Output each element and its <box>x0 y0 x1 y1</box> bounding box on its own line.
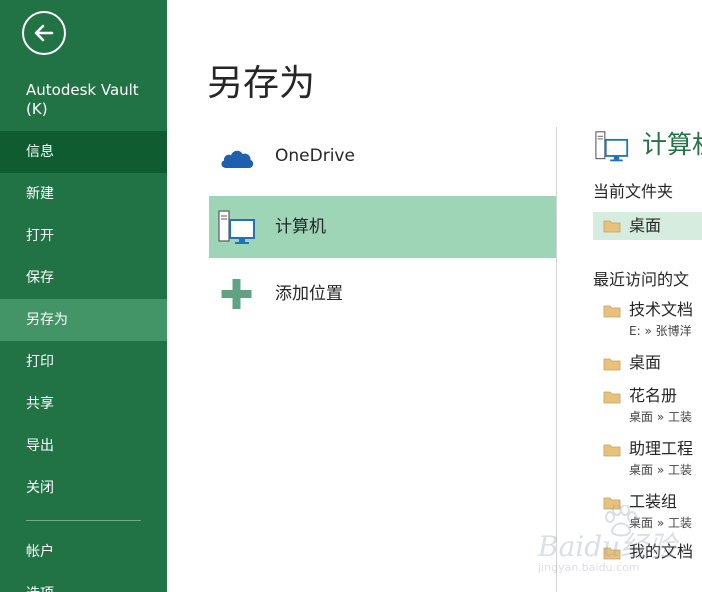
location-computer[interactable]: 计算机 <box>209 196 556 258</box>
folder-name: 我的文档 <box>629 542 694 561</box>
backstage-sidebar: Autodesk Vault (K) 信息 新建 打开 保存 另存为 打印 共享… <box>0 0 167 592</box>
nav-item-options[interactable]: 选项 <box>0 573 167 592</box>
folder-icon <box>603 305 621 318</box>
nav-item-info[interactable]: 信息 <box>0 131 167 173</box>
nav-item-save[interactable]: 保存 <box>0 257 167 299</box>
folder-name: 技术文档 <box>629 300 694 319</box>
recent-folder-item[interactable]: 我的文档 <box>593 540 702 566</box>
page-title: 另存为 <box>207 63 316 104</box>
recent-folder-item[interactable]: 助理工程 桌面 » 工装 <box>593 437 702 481</box>
nav-item-close[interactable]: 关闭 <box>0 467 167 509</box>
back-button[interactable] <box>22 11 66 55</box>
folder-name: 助理工程 <box>629 439 694 458</box>
location-add-place[interactable]: 添加位置 <box>209 263 556 325</box>
folder-path: 桌面 » 工装 <box>629 410 692 424</box>
recent-folder-item[interactable]: 桌面 <box>593 351 702 377</box>
location-onedrive[interactable]: OneDrive <box>209 125 556 187</box>
recent-folder-item[interactable]: 花名册 桌面 » 工装 <box>593 384 702 428</box>
nav-divider <box>26 520 141 521</box>
nav-item-account[interactable]: 帐户 <box>0 531 167 573</box>
location-label: 添加位置 <box>275 284 343 304</box>
nav-item-save-as[interactable]: 另存为 <box>0 299 167 341</box>
folder-name: 工装组 <box>629 492 678 511</box>
panel-title: 计算机 <box>642 130 702 159</box>
folder-icon <box>603 220 621 233</box>
folder-path: E: » 张博洋 <box>629 324 692 338</box>
folder-icon <box>603 391 621 404</box>
backstage-nav-secondary: 帐户 选项 <box>0 531 167 592</box>
folder-name: 桌面 <box>629 353 662 372</box>
cloud-icon <box>221 150 254 168</box>
folder-name: 桌面 <box>629 216 662 235</box>
recent-folder-item[interactable]: 工装组 桌面 » 工装 <box>593 490 702 534</box>
current-folder-item[interactable]: 桌面 <box>593 212 702 240</box>
folder-icon <box>603 497 621 510</box>
nav-item-new[interactable]: 新建 <box>0 173 167 215</box>
panel-divider <box>556 127 557 592</box>
computer-icon <box>595 131 629 162</box>
folder-icon <box>603 358 621 371</box>
folder-name: 花名册 <box>629 386 678 405</box>
folder-icon <box>603 547 621 560</box>
nav-item-open[interactable]: 打开 <box>0 215 167 257</box>
arrow-left-icon <box>34 24 54 42</box>
current-folder-title: 当前文件夹 <box>593 182 674 201</box>
recent-folder-item[interactable]: 技术文档 E: » 张博洋 <box>593 298 702 342</box>
nav-item-export[interactable]: 导出 <box>0 425 167 467</box>
folder-path: 桌面 » 工装 <box>629 516 692 530</box>
location-label: OneDrive <box>275 146 355 166</box>
plus-icon <box>221 279 252 309</box>
app-name: Autodesk Vault (K) <box>26 81 139 118</box>
location-label: 计算机 <box>275 217 326 237</box>
backstage-nav: 信息 新建 打开 保存 另存为 打印 共享 导出 关闭 <box>0 131 167 509</box>
computer-icon <box>218 210 255 244</box>
folder-icon <box>603 444 621 457</box>
recent-folders-title: 最近访问的文 <box>593 270 690 289</box>
nav-item-share[interactable]: 共享 <box>0 383 167 425</box>
folder-path: 桌面 » 工装 <box>629 463 692 477</box>
nav-item-print[interactable]: 打印 <box>0 341 167 383</box>
